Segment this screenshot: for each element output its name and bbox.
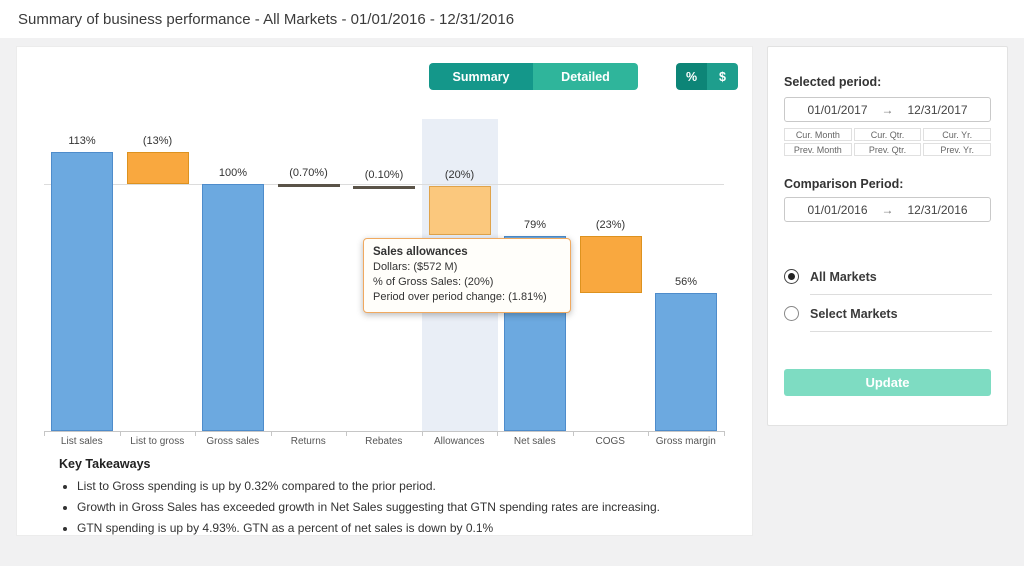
update-button[interactable]: Update	[784, 369, 991, 396]
bar-value-label: 113%	[44, 135, 120, 147]
axis-tick	[724, 431, 725, 436]
view-toggle: Summary Detailed	[429, 63, 638, 90]
comparison-period-start: 01/01/2016	[807, 203, 867, 217]
arrow-right-icon: →	[882, 203, 894, 217]
select-markets-label: Select Markets	[810, 307, 898, 321]
prev-month-button[interactable]: Prev. Month	[784, 143, 852, 156]
takeaway-item: Growth in Gross Sales has exceeded growt…	[77, 500, 731, 515]
page-title: Summary of business performance - All Ma…	[18, 11, 514, 28]
key-takeaways-heading: Key Takeaways	[59, 457, 731, 471]
x-axis-label: Returns	[271, 436, 347, 447]
divider	[810, 294, 992, 295]
cur-yr-button[interactable]: Cur. Yr.	[923, 128, 991, 141]
bar-value-label: 79%	[497, 219, 573, 231]
x-axis-label: List sales	[44, 436, 120, 447]
key-takeaways-list: List to Gross spending is up by 0.32% co…	[59, 479, 731, 536]
tooltip-line: Dollars: ($572 M)	[373, 260, 561, 275]
tooltip-line: Period over period change: (1.81%)	[373, 290, 561, 305]
summary-tab[interactable]: Summary	[429, 63, 533, 90]
prev-yr-button[interactable]: Prev. Yr.	[923, 143, 991, 156]
period-shortcut-grid: Cur. Month Cur. Qtr. Cur. Yr. Prev. Mont…	[784, 128, 991, 156]
bar-value-label: (23%)	[573, 219, 649, 231]
x-axis-line	[44, 431, 724, 432]
select-markets-radio[interactable]: Select Markets	[784, 306, 898, 321]
bar-value-label: (13%)	[120, 135, 196, 147]
bar-list-sales[interactable]	[51, 152, 113, 431]
cur-month-button[interactable]: Cur. Month	[784, 128, 852, 141]
x-axis-label: Rebates	[346, 436, 422, 447]
bar-cogs[interactable]	[580, 236, 642, 293]
bar-list-to-gross[interactable]	[127, 152, 189, 184]
tooltip-title: Sales allowances	[373, 246, 561, 258]
radio-unselected-icon[interactable]	[784, 306, 799, 321]
tooltip-line: % of Gross Sales: (20%)	[373, 275, 561, 290]
all-markets-label: All Markets	[810, 270, 877, 284]
key-takeaways: Key Takeaways List to Gross spending is …	[59, 457, 731, 542]
x-axis-label: COGS	[573, 436, 649, 447]
arrow-right-icon: →	[882, 103, 894, 117]
selected-period-start: 01/01/2017	[807, 103, 867, 117]
bar-value-label: 100%	[195, 167, 271, 179]
dollar-toggle-button[interactable]: $	[707, 63, 738, 90]
bar-value-label: 56%	[648, 276, 724, 288]
chart-tooltip: Sales allowances Dollars: ($572 M) % of …	[363, 238, 571, 313]
prev-qtr-button[interactable]: Prev. Qtr.	[854, 143, 922, 156]
cur-qtr-button[interactable]: Cur. Qtr.	[854, 128, 922, 141]
comparison-period-label: Comparison Period:	[784, 177, 903, 191]
unit-toggle: % $	[676, 63, 738, 90]
bar-value-label: (0.70%)	[271, 167, 347, 179]
all-markets-radio[interactable]: All Markets	[784, 269, 877, 284]
x-axis-label: Gross sales	[195, 436, 271, 447]
percent-toggle-button[interactable]: %	[676, 63, 707, 90]
x-axis-label: List to gross	[120, 436, 196, 447]
comparison-period-input[interactable]: 01/01/2016 → 12/31/2016	[784, 197, 991, 222]
selected-period-label: Selected period:	[784, 75, 881, 89]
comparison-period-end: 12/31/2016	[908, 203, 968, 217]
takeaway-item: List to Gross spending is up by 0.32% co…	[77, 479, 731, 494]
bar-rebates[interactable]	[353, 186, 415, 189]
bar-gross-sales[interactable]	[202, 184, 264, 431]
bar-value-label: (20%)	[422, 169, 498, 181]
bar-value-label: (0.10%)	[346, 169, 422, 181]
x-axis-label: Gross margin	[648, 436, 724, 447]
x-axis-label: Net sales	[497, 436, 573, 447]
filter-panel: Selected period: 01/01/2017 → 12/31/2017…	[767, 46, 1008, 426]
bar-gross-margin[interactable]	[655, 293, 717, 431]
takeaway-item: GTN spending is up by 4.93%. GTN as a pe…	[77, 521, 731, 536]
chart-panel: 113% List sales (13%) List to gross 100% Gros…	[16, 46, 753, 536]
divider	[810, 331, 992, 332]
selected-period-end: 12/31/2017	[908, 103, 968, 117]
detailed-tab[interactable]: Detailed	[533, 63, 638, 90]
bar-allowances[interactable]	[429, 186, 491, 235]
selected-period-input[interactable]: 01/01/2017 → 12/31/2017	[784, 97, 991, 122]
x-axis-label: Allowances	[422, 436, 498, 447]
radio-selected-icon[interactable]	[784, 269, 799, 284]
bar-returns[interactable]	[278, 184, 340, 187]
